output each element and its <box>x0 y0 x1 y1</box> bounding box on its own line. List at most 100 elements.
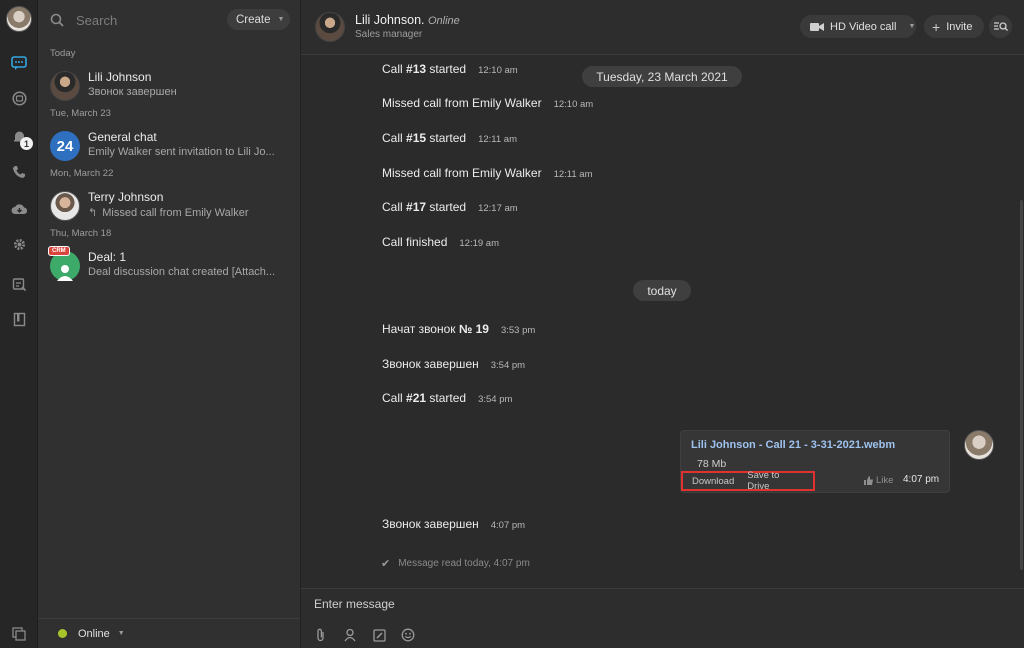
thumbs-up-icon <box>864 476 873 485</box>
message-input[interactable]: Enter message <box>314 597 395 611</box>
file-message: Lili Johnson - Call 21 - 3-31-2021.webm … <box>680 430 950 493</box>
system-message: Call #13 started 12:10 am <box>382 62 518 76</box>
date-separator: Tuesday, 23 March 2021 <box>582 66 742 87</box>
file-size: 78 Mb <box>697 458 727 470</box>
message-time: 12:10 am <box>553 99 594 110</box>
knowledge-icon[interactable] <box>9 309 29 329</box>
chat-icon[interactable] <box>9 53 29 73</box>
chat-preview: Звонок завершен <box>88 86 177 98</box>
chat-item-general-chat[interactable]: 24 General chat Emily Walker sent invita… <box>38 126 300 170</box>
chevron-down-icon[interactable]: ▼ <box>908 23 915 30</box>
messenger-app: 1 Search Create ▼ Today Lili Johnson Зво… <box>0 0 1024 648</box>
contact-icon[interactable] <box>342 627 358 643</box>
chevron-down-icon: ▼ <box>277 16 285 23</box>
create-button[interactable]: Create ▼ <box>227 9 290 30</box>
icon-rail: 1 <box>0 0 38 648</box>
search-placeholder: Search <box>76 12 118 28</box>
hd-video-call-button[interactable]: HD Video call ▼ <box>800 15 916 38</box>
message-time: 4:07 pm <box>490 520 526 531</box>
message-time: 12:19 am <box>459 238 499 249</box>
system-message: Начат звонок № 19 3:53 pm <box>382 322 536 336</box>
avatar: 24 <box>50 131 80 161</box>
message-scrollbar[interactable] <box>1020 200 1023 570</box>
message-time: 12:17 am <box>478 203 518 214</box>
video-camera-icon <box>810 22 824 31</box>
chat-name: Deal: 1 <box>88 250 127 264</box>
message-time: 3:53 pm <box>500 325 536 336</box>
search-messages-button[interactable] <box>989 15 1012 38</box>
like-button[interactable]: Like <box>864 475 893 486</box>
save-to-drive-link[interactable]: Save to Drive <box>747 470 800 492</box>
reply-arrow-icon: ↰ <box>88 207 98 219</box>
group-label-mon: Mon, March 22 <box>50 168 114 179</box>
message-time: 3:54 pm <box>490 360 526 371</box>
system-message: Call #17 started 12:17 am <box>382 200 518 214</box>
presence-status: Online <box>427 15 460 27</box>
download-link[interactable]: Download <box>692 476 734 487</box>
chat-preview-text: Missed call from Emily Walker <box>102 207 249 219</box>
chat-list-panel: Search Create ▼ Today Lili Johnson Звоно… <box>38 0 301 648</box>
chat-title[interactable]: Lili Johnson. Online <box>355 13 460 27</box>
settings-icon[interactable] <box>9 234 29 254</box>
read-receipt-text: Message read today, 4:07 pm <box>398 558 530 569</box>
avatar[interactable] <box>315 12 345 42</box>
message-time: 3:54 pm <box>478 394 513 405</box>
chat-name: Lili Johnson <box>88 70 152 84</box>
checkmark-icon: ✔ <box>381 558 391 570</box>
avatar <box>50 71 80 101</box>
group-label-today: Today <box>50 48 76 59</box>
avatar <box>50 191 80 221</box>
system-message: Call #21 started 3:54 pm <box>382 391 513 405</box>
message-time: 12:11 am <box>478 134 517 145</box>
chat-preview: ↰ Missed call from Emily Walker <box>88 206 288 219</box>
cloud-icon[interactable] <box>9 199 29 219</box>
notification-count-badge: 1 <box>20 137 33 150</box>
invite-button[interactable]: + Invite <box>924 15 984 38</box>
window-icon[interactable] <box>9 624 29 644</box>
system-message: Call finished 12:19 am <box>382 235 499 249</box>
chevron-down-icon: ▼ <box>117 630 125 637</box>
message-time: 12:11 am <box>553 169 593 180</box>
chat-name: General chat <box>88 130 157 144</box>
status-dot <box>58 629 67 638</box>
create-label: Create <box>236 13 271 26</box>
search-list-icon <box>993 22 1008 31</box>
attach-icon[interactable] <box>313 627 329 643</box>
chat-item-terry-johnson[interactable]: Terry Johnson ↰ Missed call from Emily Wa… <box>38 186 300 230</box>
system-message: Call #15 started 12:11 am <box>382 131 517 145</box>
status-label: Online <box>78 627 110 640</box>
status-selector[interactable]: Online ▼ <box>38 618 300 648</box>
phone-icon[interactable] <box>9 162 29 182</box>
system-message: Звонок завершен 3:54 pm <box>382 357 526 371</box>
system-message: Missed call from Emily Walker 12:11 am <box>382 166 593 180</box>
channels-icon[interactable] <box>9 88 29 108</box>
person-icon <box>57 265 73 281</box>
chat-name: Terry Johnson <box>88 190 164 204</box>
edit-icon[interactable] <box>371 627 387 643</box>
plus-icon: + <box>932 18 941 35</box>
sender-avatar[interactable] <box>964 430 994 460</box>
chat-preview: Emily Walker sent invitation to Lili Jo.… <box>88 146 275 158</box>
message-composer[interactable]: Enter message <box>301 588 1024 648</box>
group-label-thu: Thu, March 18 <box>50 228 112 239</box>
search-icon <box>50 13 64 27</box>
file-name-link[interactable]: Lili Johnson - Call 21 - 3-31-2021.webm <box>691 439 895 451</box>
chat-preview: Deal discussion chat created [Attach... <box>88 266 276 278</box>
crm-badge: CRM <box>48 246 70 256</box>
message-time: 4:07 pm <box>903 474 940 485</box>
emoji-icon[interactable] <box>400 627 416 643</box>
invite-label: Invite <box>946 20 973 33</box>
file-actions-highlight: Download Save to Drive <box>681 470 815 492</box>
chat-item-deal[interactable]: CRM Deal: 1 Deal discussion chat created… <box>38 246 300 290</box>
contact-name: Lili Johnson. <box>355 13 425 27</box>
system-message: Звонок завершен 4:07 pm <box>382 517 526 531</box>
chat-header: Lili Johnson. Online Sales manager HD Vi… <box>301 0 1024 55</box>
my-avatar[interactable] <box>6 6 32 32</box>
read-receipt: ✔ Message read today, 4:07 pm <box>381 557 530 570</box>
tasks-icon[interactable] <box>9 274 29 294</box>
message-time: 12:10 am <box>478 65 518 76</box>
chat-item-lili-johnson[interactable]: Lili Johnson Звонок завершен <box>38 66 300 110</box>
group-label-tue: Tue, March 23 <box>50 108 111 119</box>
contact-role: Sales manager <box>355 29 423 40</box>
chat-window: Lili Johnson. Online Sales manager HD Vi… <box>301 0 1024 648</box>
